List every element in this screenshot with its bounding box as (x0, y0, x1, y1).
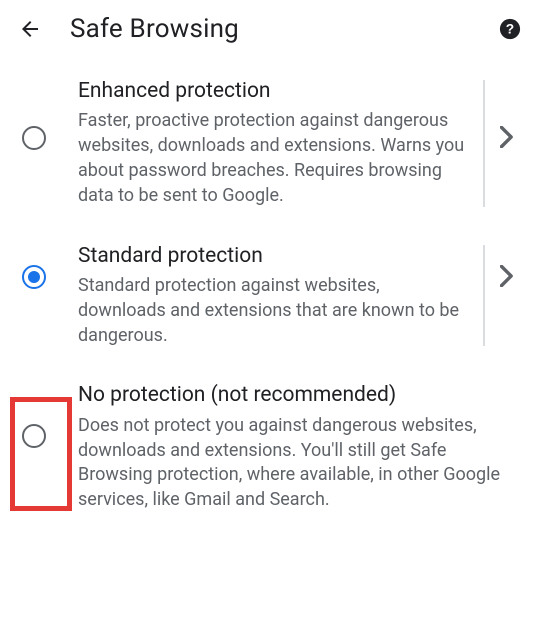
divider (483, 80, 485, 207)
text-col: Enhanced protection Faster, proactive pr… (78, 78, 479, 209)
radio-no-protection[interactable] (22, 424, 46, 448)
chevron-col (493, 78, 521, 152)
options-list: Enhanced protection Faster, proactive pr… (0, 58, 539, 533)
radio-standard[interactable] (22, 265, 46, 289)
option-title: No protection (not recommended) (78, 382, 513, 409)
radio-enhanced[interactable] (22, 126, 46, 150)
option-title: Enhanced protection (78, 78, 471, 105)
option-desc: Standard protection against websites, do… (78, 274, 471, 348)
back-icon[interactable] (18, 17, 42, 41)
text-col: Standard protection Standard protection … (78, 243, 479, 349)
option-standard-protection[interactable]: Standard protection Standard protection … (0, 229, 539, 369)
svg-text:?: ? (506, 22, 514, 37)
header: Safe Browsing ? (0, 0, 539, 58)
radio-col (22, 382, 78, 448)
chevron-right-icon[interactable] (500, 265, 514, 291)
option-enhanced-protection[interactable]: Enhanced protection Faster, proactive pr… (0, 64, 539, 229)
text-col: No protection (not recommended) Does not… (78, 382, 521, 513)
option-no-protection[interactable]: No protection (not recommended) Does not… (0, 368, 539, 533)
chevron-col (493, 243, 521, 291)
page-title: Safe Browsing (70, 14, 471, 44)
option-desc: Does not protect you against dangerous w… (78, 414, 513, 513)
help-icon[interactable]: ? (499, 18, 521, 40)
option-desc: Faster, proactive protection against dan… (78, 109, 471, 208)
radio-col (22, 78, 78, 150)
radio-col (22, 243, 78, 289)
divider (483, 245, 485, 347)
chevron-right-icon[interactable] (500, 126, 514, 152)
option-title: Standard protection (78, 243, 471, 270)
